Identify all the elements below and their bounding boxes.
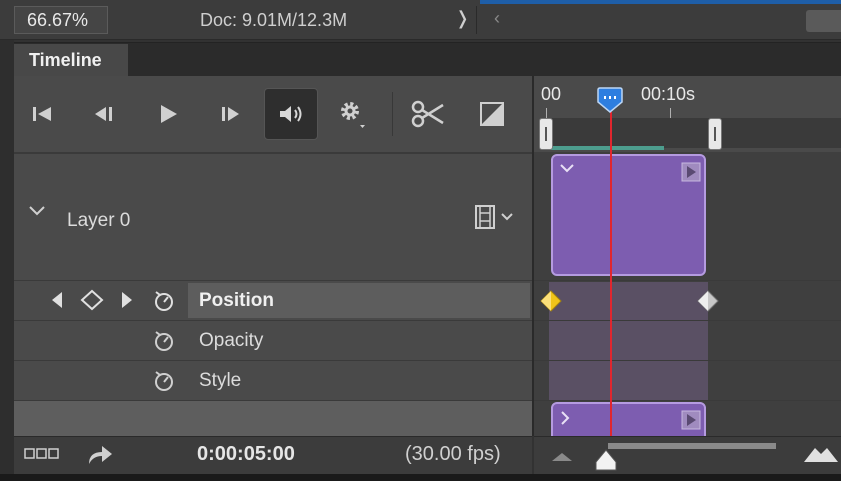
go-to-first-frame-button[interactable] xyxy=(24,96,60,132)
stopwatch-icon[interactable] xyxy=(152,288,176,312)
property-track-shade xyxy=(549,282,708,400)
keyframe-marker[interactable] xyxy=(697,290,719,312)
gear-icon xyxy=(341,102,365,128)
chevron-down-icon[interactable] xyxy=(28,204,46,218)
step-back-icon xyxy=(95,107,112,121)
current-timecode[interactable]: 0:00:05:00 xyxy=(197,443,295,466)
property-label-position: Position xyxy=(199,290,274,311)
controls-divider xyxy=(392,92,393,136)
track-divider xyxy=(534,400,841,401)
status-menu-arrow[interactable]: ❭ xyxy=(455,8,470,29)
skip-back-icon xyxy=(33,107,51,121)
transition-icon xyxy=(480,102,504,126)
zoom-slider-thumb[interactable] xyxy=(594,448,618,472)
tab-timeline[interactable]: Timeline xyxy=(14,44,128,76)
panel-tab-bar xyxy=(14,42,841,76)
work-area-track[interactable] xyxy=(546,118,841,148)
timeline-zoom-bar xyxy=(534,436,841,474)
layer-row[interactable]: Layer 0 xyxy=(14,152,532,280)
scissors-icon xyxy=(411,100,444,128)
playhead-handle[interactable] xyxy=(597,86,623,114)
ruler-tick xyxy=(670,108,671,118)
horizontal-scrollbar-thumb[interactable] xyxy=(806,10,841,32)
split-at-playhead-button[interactable] xyxy=(410,96,446,132)
chevron-down-icon[interactable] xyxy=(559,162,575,174)
track-divider xyxy=(534,280,841,281)
layer-clip[interactable] xyxy=(551,402,706,438)
speaker-icon xyxy=(280,106,302,122)
zoom-in-icon[interactable] xyxy=(803,444,839,464)
chevron-right-icon[interactable] xyxy=(559,410,571,426)
film-strip-icon[interactable] xyxy=(474,204,520,230)
render-video-icon[interactable] xyxy=(86,442,114,466)
ruler-tick-label: 00 xyxy=(541,84,562,104)
transition-button[interactable] xyxy=(474,96,510,132)
document-size-info[interactable]: Doc: 9.01M/12.3M xyxy=(200,8,347,32)
track-divider xyxy=(534,360,841,361)
zoom-level-field[interactable]: 66.67% xyxy=(14,6,108,34)
status-divider xyxy=(476,6,477,34)
layer-row-collapsed[interactable] xyxy=(14,400,532,436)
work-area-bar xyxy=(548,146,664,150)
property-row-opacity[interactable] xyxy=(14,320,532,360)
next-keyframe-icon[interactable] xyxy=(120,290,134,310)
layer-clip[interactable] xyxy=(551,154,706,276)
zoom-slider-track[interactable] xyxy=(608,443,776,449)
play-button[interactable] xyxy=(150,96,186,132)
play-icon xyxy=(161,105,177,123)
stopwatch-icon[interactable] xyxy=(152,368,176,392)
property-label-style: Style xyxy=(199,370,242,391)
stopwatch-icon[interactable] xyxy=(152,328,176,352)
previous-keyframe-icon[interactable] xyxy=(50,290,64,310)
clip-options-icon[interactable] xyxy=(681,162,701,182)
frame-rate: (30.00 fps) xyxy=(405,443,501,465)
zoom-out-icon[interactable] xyxy=(551,450,573,462)
convert-to-frame-animation-icon[interactable] xyxy=(24,447,60,461)
document-tab-strip xyxy=(480,0,841,4)
work-area-start-handle[interactable] xyxy=(539,118,553,150)
previous-frame-button[interactable] xyxy=(86,96,122,132)
window-bottom-edge xyxy=(0,474,841,481)
audio-button[interactable] xyxy=(264,88,318,140)
layer-name: Layer 0 xyxy=(67,210,131,231)
ruler-tick xyxy=(546,108,547,118)
step-forward-icon xyxy=(222,107,239,121)
work-area-end-handle[interactable] xyxy=(708,118,722,150)
ruler-tick-label: 00:10s xyxy=(641,84,696,104)
add-keyframe-icon[interactable] xyxy=(80,289,104,311)
next-frame-button[interactable] xyxy=(212,96,248,132)
playhead-line xyxy=(610,112,612,438)
status-bar xyxy=(0,0,841,40)
settings-button[interactable] xyxy=(334,96,370,132)
clip-options-icon[interactable] xyxy=(681,410,701,430)
left-edge xyxy=(0,40,14,474)
track-divider xyxy=(534,320,841,321)
keyframe-marker[interactable] xyxy=(540,290,562,312)
property-label-opacity: Opacity xyxy=(199,330,264,351)
scroll-left-arrow[interactable]: ‹ xyxy=(494,8,500,29)
property-row-style[interactable] xyxy=(14,360,532,400)
